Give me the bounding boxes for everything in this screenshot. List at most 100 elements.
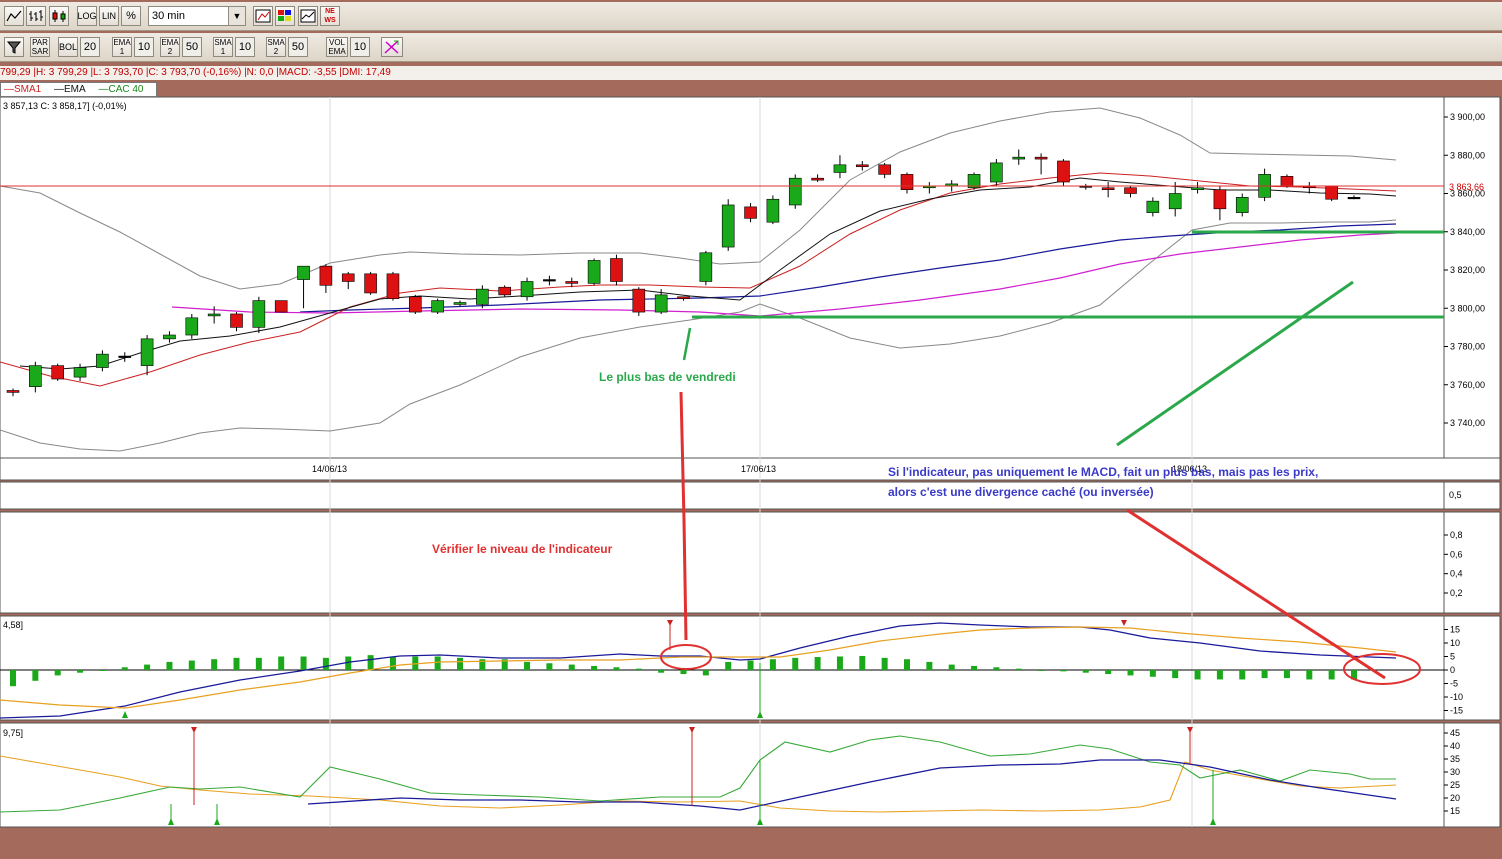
candle-body[interactable] [185, 317, 199, 336]
candle-body[interactable] [96, 353, 109, 368]
dmi-axis-label: 15 [1450, 806, 1460, 816]
legend-cac40: —CAC 40 [98, 84, 144, 95]
candle-body[interactable] [1124, 187, 1137, 194]
candle-body[interactable] [230, 313, 243, 328]
macd-bar [300, 656, 307, 670]
macd-bar [32, 670, 39, 681]
macd-axis-label: -5 [1450, 679, 1458, 689]
macd-bar [1239, 670, 1246, 680]
candle-body[interactable] [855, 164, 869, 168]
candle-body[interactable] [1057, 160, 1070, 183]
macd-bar [971, 665, 978, 670]
status-bar [0, 830, 1502, 859]
candle-body[interactable] [1191, 187, 1204, 190]
candle-body[interactable] [833, 164, 847, 173]
candle-body[interactable] [900, 174, 914, 190]
candle-body[interactable] [1213, 189, 1227, 210]
candle-body[interactable] [476, 288, 489, 305]
panel2-axis-label: 0,2 [1450, 588, 1463, 598]
macd-bar [367, 655, 374, 670]
candle-body[interactable] [1347, 197, 1361, 200]
candle-body[interactable] [1280, 175, 1294, 187]
candle-body[interactable] [297, 265, 310, 280]
candle-body[interactable] [408, 296, 422, 313]
macd-bar [434, 656, 441, 670]
macd-bar [881, 657, 888, 670]
indicator-panel-2[interactable] [0, 511, 1445, 614]
candle-body[interactable] [565, 281, 579, 284]
macd-bar [77, 670, 84, 673]
macd-bar [814, 657, 821, 670]
candle-body[interactable] [632, 288, 646, 313]
price-axis-label: 3 880,00 [1450, 150, 1485, 160]
candle-body[interactable] [29, 365, 42, 387]
chart-area[interactable]: 3 900,003 880,003 860,003 840,003 820,00… [0, 0, 1502, 830]
candle-body[interactable] [1101, 187, 1115, 190]
candle-body[interactable] [1034, 156, 1048, 160]
candle-body[interactable] [386, 273, 400, 299]
candle-body[interactable] [274, 300, 288, 313]
candle-body[interactable] [1146, 200, 1160, 213]
candle-body[interactable] [51, 365, 65, 380]
candle-body[interactable] [520, 281, 534, 298]
candle-body[interactable] [453, 302, 467, 305]
macd-bar [836, 656, 843, 670]
annotation-low-friday: Le plus bas de vendredi [599, 370, 736, 384]
candle-body[interactable] [766, 198, 780, 223]
macd-bar [904, 659, 910, 670]
candle-body[interactable] [788, 177, 802, 206]
candle-body[interactable] [252, 300, 266, 328]
candle-body[interactable] [140, 338, 154, 366]
candle-body[interactable] [587, 260, 601, 284]
macd-bar [948, 664, 955, 670]
candle-body[interactable] [6, 390, 20, 393]
candle-body[interactable] [654, 294, 668, 313]
macd-bar [1015, 668, 1022, 670]
macd-bar [1060, 670, 1067, 672]
candle-body[interactable] [990, 162, 1003, 183]
candle-body[interactable] [811, 177, 824, 181]
indicator-panel-1[interactable] [0, 481, 1445, 510]
price-panel[interactable] [0, 96, 1445, 459]
annotation-hidden-divergence-1: Si l'indicateur, pas uniquement le MACD,… [888, 465, 1318, 479]
candle-body[interactable] [744, 206, 757, 219]
macd-axis-label: -10 [1450, 692, 1463, 702]
candle-body[interactable] [1012, 156, 1026, 160]
macd-bar [859, 655, 866, 670]
candle-body[interactable] [610, 258, 623, 282]
macd-bar [792, 657, 799, 670]
candle-body[interactable] [207, 313, 221, 317]
annotation-check-level: Vérifier le niveau de l'indicateur [432, 542, 613, 556]
legend-ema: —EMA [54, 84, 86, 95]
candle-body[interactable] [431, 300, 444, 313]
candle-body[interactable] [118, 355, 132, 358]
candle-body[interactable] [364, 273, 377, 294]
macd-bar [1105, 670, 1112, 675]
macd-bar [322, 657, 329, 670]
candle-body[interactable] [1168, 193, 1182, 210]
panel2-axis-label: 0,4 [1450, 569, 1463, 579]
dmi-axis-label: 40 [1450, 741, 1460, 751]
macd-bar [1194, 670, 1201, 680]
dmi-axis-label: 25 [1450, 780, 1460, 790]
candle-body[interactable] [1325, 185, 1338, 200]
candle-body[interactable] [341, 273, 355, 282]
candle-body[interactable] [319, 265, 333, 286]
candle-body[interactable] [163, 334, 176, 340]
candle-body[interactable] [498, 286, 512, 296]
macd-axis-label: -15 [1450, 706, 1463, 716]
macd-bar [568, 664, 575, 670]
candle-body[interactable] [1235, 197, 1249, 213]
macd-bar [1306, 670, 1313, 680]
candle-body[interactable] [543, 279, 556, 282]
date-label-1: 14/06/13 [312, 464, 347, 474]
candle-body[interactable] [73, 367, 87, 378]
macd-bar [725, 661, 732, 670]
candle-body[interactable] [677, 296, 690, 299]
candle-body[interactable] [721, 204, 735, 248]
macd-bar [188, 660, 195, 670]
candle-body[interactable] [699, 252, 713, 282]
candle-body[interactable] [878, 164, 891, 175]
dmi-axis-label: 45 [1450, 728, 1460, 738]
price-axis-label: 3 740,00 [1450, 418, 1485, 428]
